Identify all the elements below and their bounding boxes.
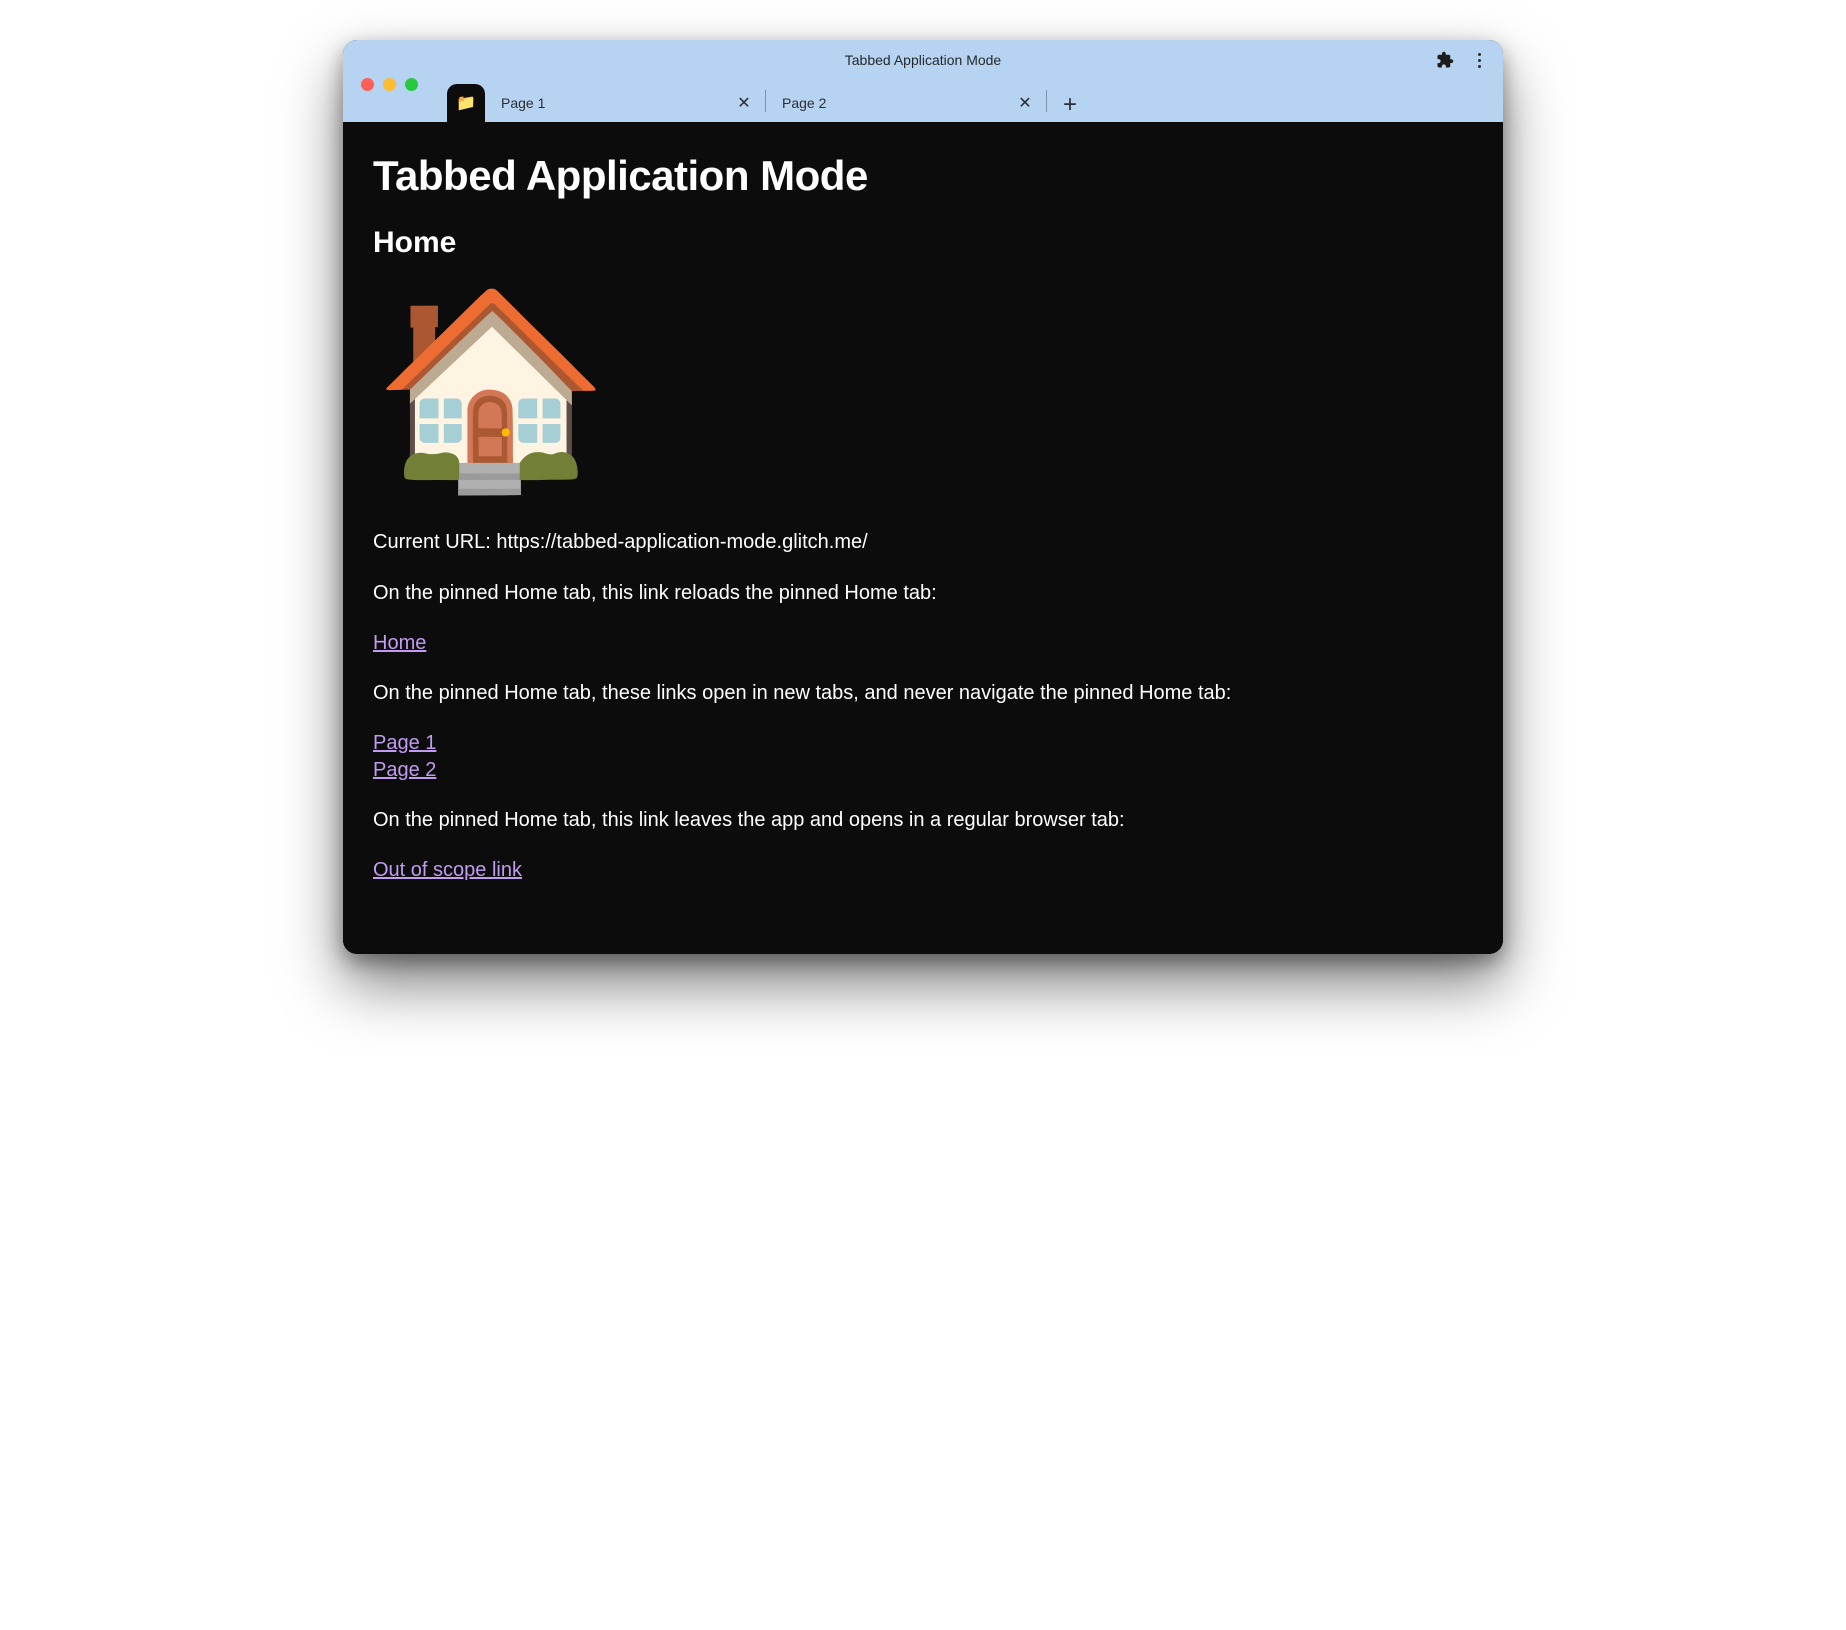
current-url-line: Current URL: https://tabbed-application-… [373, 528, 1473, 557]
content-area: Tabbed Application Mode Home 🏠 Current U… [343, 122, 1503, 954]
tab-page-1[interactable]: Page 1 ✕ [485, 84, 765, 122]
folder-icon: 📁 [456, 93, 476, 113]
page-1-link[interactable]: Page 1 [373, 732, 436, 754]
traffic-lights [361, 78, 418, 91]
title-controls [1435, 50, 1489, 70]
window-minimize-button[interactable] [383, 78, 396, 91]
plus-icon: + [1063, 91, 1077, 119]
window-close-button[interactable] [361, 78, 374, 91]
home-link[interactable]: Home [373, 632, 426, 654]
tab-page-2[interactable]: Page 2 ✕ [766, 84, 1046, 122]
new-tab-button[interactable]: + [1053, 88, 1087, 122]
page-title: Tabbed Application Mode [373, 152, 1473, 200]
close-icon[interactable]: ✕ [735, 94, 753, 112]
pinned-home-tab[interactable]: 📁 [447, 84, 485, 122]
paragraph-outscope: On the pinned Home tab, this link leaves… [373, 806, 1473, 835]
page-2-link[interactable]: Page 2 [373, 759, 436, 781]
tab-separator [1046, 90, 1047, 112]
window-maximize-button[interactable] [405, 78, 418, 91]
out-of-scope-link[interactable]: Out of scope link [373, 859, 522, 881]
titlebar-top: Tabbed Application Mode [343, 40, 1503, 80]
window-title: Tabbed Application Mode [343, 52, 1503, 68]
tab-label: Page 2 [782, 95, 1016, 111]
link-block-outscope: Out of scope link [373, 857, 1473, 884]
tab-strip: 📁 Page 1 ✕ Page 2 ✕ + [343, 80, 1503, 122]
titlebar: Tabbed Application Mode 📁 Page 1 ✕ Page … [343, 40, 1503, 122]
paragraph-newtabs: On the pinned Home tab, these links open… [373, 679, 1473, 708]
extensions-icon[interactable] [1435, 50, 1455, 70]
current-url-value: https://tabbed-application-mode.glitch.m… [496, 531, 867, 553]
paragraph-reload: On the pinned Home tab, this link reload… [373, 579, 1473, 608]
close-icon[interactable]: ✕ [1016, 94, 1034, 112]
page-subtitle: Home [373, 226, 1473, 260]
app-window: Tabbed Application Mode 📁 Page 1 ✕ Page … [343, 40, 1503, 954]
tab-label: Page 1 [501, 95, 735, 111]
house-icon: 🏠 [373, 294, 1473, 484]
link-block-pages: Page 1 Page 2 [373, 730, 1473, 784]
link-block-home: Home [373, 630, 1473, 657]
more-menu-icon[interactable] [1469, 50, 1489, 70]
current-url-label: Current URL: [373, 531, 496, 553]
